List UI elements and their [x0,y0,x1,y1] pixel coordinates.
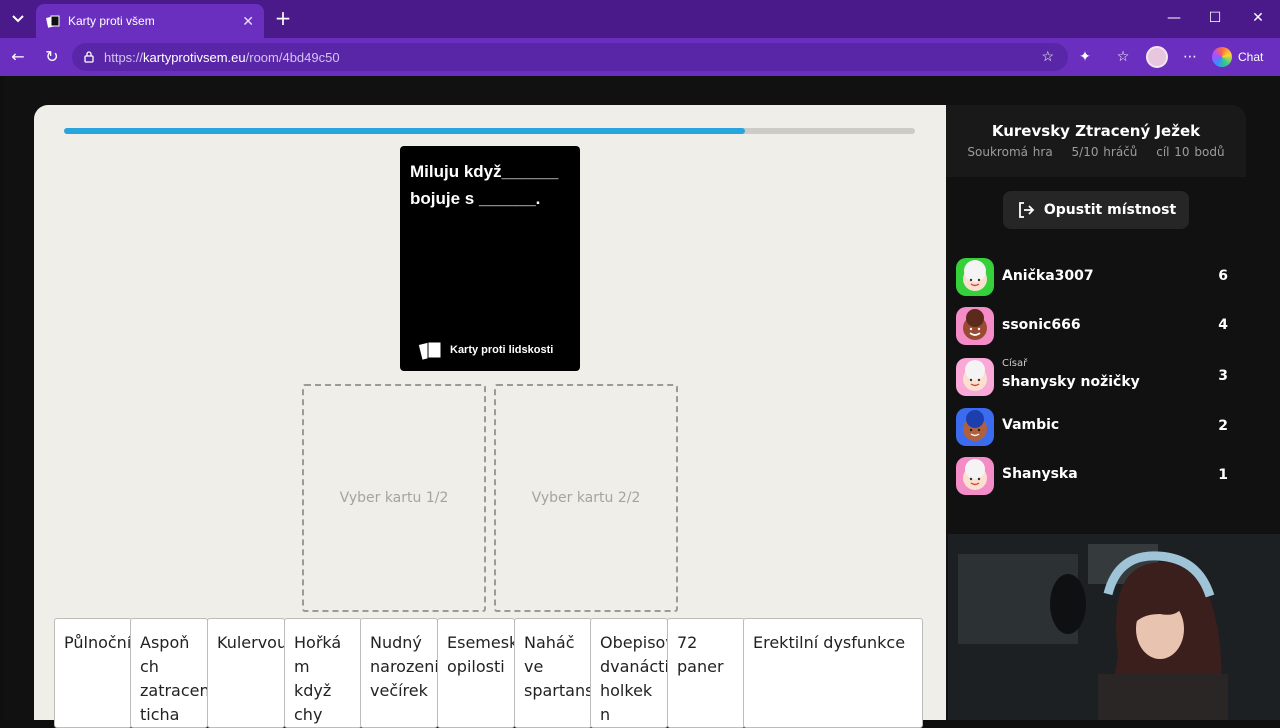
hand-card[interactable]: Půlnoční [54,618,132,728]
copilot-chat-button[interactable]: Chat [1212,46,1263,68]
hand-card-text: Esemesk opilosti [447,633,515,676]
minimize-icon[interactable]: — [1164,8,1184,28]
room-name: Kurevsky Ztracený Ježek [991,122,1201,140]
site-info-icon[interactable] [82,50,96,64]
player-avatar [956,408,994,446]
hand-card-text: Erektilní dysfunkce [753,633,906,652]
player-name: ssonic666 [1002,317,1081,333]
hand-card[interactable]: Erektilní dysfunkce [743,618,923,728]
back-arrow-icon[interactable]: ← [8,47,28,67]
hand-card-text: Kulervou [217,633,285,652]
leave-room-label: Opustit místnost [1043,202,1177,218]
room-header [946,105,1246,177]
player-avatar [956,307,994,345]
answer-slot-label: Vyber kartu 1/2 [339,490,449,506]
answer-slot-2[interactable]: Vyber kartu 2/2 [494,384,678,612]
player-title: Císař [1002,358,1028,369]
player-avatar-icon [956,457,994,495]
cards-logo-icon [418,340,442,361]
player-row: ssonic666 4 [956,307,1236,347]
player-avatar-icon [956,307,994,345]
player-avatar [956,457,994,495]
url-path: /room/4bd49c50 [245,49,340,65]
player-row: Anička3007 6 [956,258,1236,298]
player-name: Anička3007 [1002,268,1094,284]
player-row: Císař shanysky nožičky 3 [956,358,1236,398]
hand-card[interactable]: Aspoň ch zatracen ticha [130,618,208,728]
player-avatar-icon [956,408,994,446]
leave-room-button[interactable]: Opustit místnost [1003,191,1189,229]
room-goal: cíl 10 bodů [1156,145,1225,159]
black-card-text: Miluju když______ bojuje s ______. [410,162,559,208]
hand-card[interactable]: Nudný narozeni večírek [360,618,438,728]
hand-card[interactable]: Hořká m když chy pokémo [284,618,362,728]
more-menu-icon[interactable]: ⋯ [1181,48,1199,66]
exit-icon [1018,202,1035,218]
card-brand-label: Karty proti lidskosti [450,344,554,356]
address-toolbar: ← ↻ https://kartyprotivsem.eu/room/4bd49… [0,38,1280,76]
webcam-overlay [948,534,1280,720]
card-brand: Karty proti lidskosti [418,339,553,361]
webcam-person-image [948,534,1280,720]
close-tab-icon[interactable]: ✕ [242,13,254,30]
browser-tab-bar: Karty proti všem ✕ + — ☐ ✕ [0,0,1280,38]
tab-title: Karty proti všem [68,14,155,28]
hand-card-text: Aspoň ch zatracen ticha [140,633,208,724]
extensions-icon[interactable]: ✦ [1076,48,1094,66]
player-avatar-icon [956,358,994,396]
tab-menu-button[interactable] [6,8,30,30]
hand-card[interactable]: 72 paner [667,618,745,728]
hand-card[interactable]: Obepisov dvanácti holkek n [590,618,668,728]
player-row: Shanyska 1 [956,457,1236,497]
round-progress-bar [64,128,915,134]
hand-card-text: Nudný narozeni večírek [370,633,438,700]
hand-card-text: Obepisov dvanácti holkek n [600,633,668,724]
player-avatar [956,358,994,396]
hand-card-text: Půlnoční [64,633,132,652]
player-avatar-icon [956,258,994,296]
room-privacy: Soukromá hra [967,145,1053,159]
player-score: 3 [1218,368,1228,384]
favorites-icon[interactable]: ☆ [1114,48,1132,66]
url-field[interactable]: https://kartyprotivsem.eu/room/4bd49c50 … [72,43,1068,71]
copilot-icon [1212,47,1232,67]
url-protocol: https:// [104,49,144,65]
browser-tab[interactable]: Karty proti všem ✕ [36,4,264,38]
favorite-star-icon[interactable]: ☆ [1041,48,1054,65]
profile-avatar[interactable] [1146,46,1168,68]
player-name: Shanyska [1002,466,1078,482]
room-players-count: 5/10 hráčů [1071,145,1138,159]
player-name: shanysky nožičky [1002,374,1140,390]
hand-card-text: Naháč ve spartans [524,633,592,700]
player-score: 2 [1218,418,1228,434]
hand-card[interactable]: Kulervou [207,618,285,728]
hand-card-text: 72 paner [677,633,724,676]
refresh-icon[interactable]: ↻ [42,47,62,67]
black-card: Miluju když______ bojuje s ______. Karty… [400,146,580,371]
chevron-down-icon [12,15,24,23]
player-score: 4 [1218,317,1228,333]
player-name: Vambic [1002,417,1060,433]
answer-slot-label: Vyber kartu 2/2 [531,490,641,506]
maximize-icon[interactable]: ☐ [1205,8,1225,28]
hand-card[interactable]: Naháč ve spartans [514,618,592,728]
close-window-icon[interactable]: ✕ [1248,8,1268,28]
hand-card[interactable]: Esemesk opilosti [437,618,515,728]
player-score: 6 [1218,268,1228,284]
answer-slot-1[interactable]: Vyber kartu 1/2 [302,384,486,612]
new-tab-button[interactable]: + [272,8,294,30]
player-avatar [956,258,994,296]
player-score: 1 [1218,467,1228,483]
site-favicon-icon [46,15,60,28]
chat-label: Chat [1238,50,1264,64]
url-host: kartyprotivsem.eu [143,49,246,65]
hand-card-text: Hořká m když chy pokémo [294,633,342,724]
round-progress-fill [64,128,745,134]
room-meta: Soukromá hra 5/10 hráčů cíl 10 bodů [946,145,1246,159]
player-row: Vambic 2 [956,408,1236,448]
